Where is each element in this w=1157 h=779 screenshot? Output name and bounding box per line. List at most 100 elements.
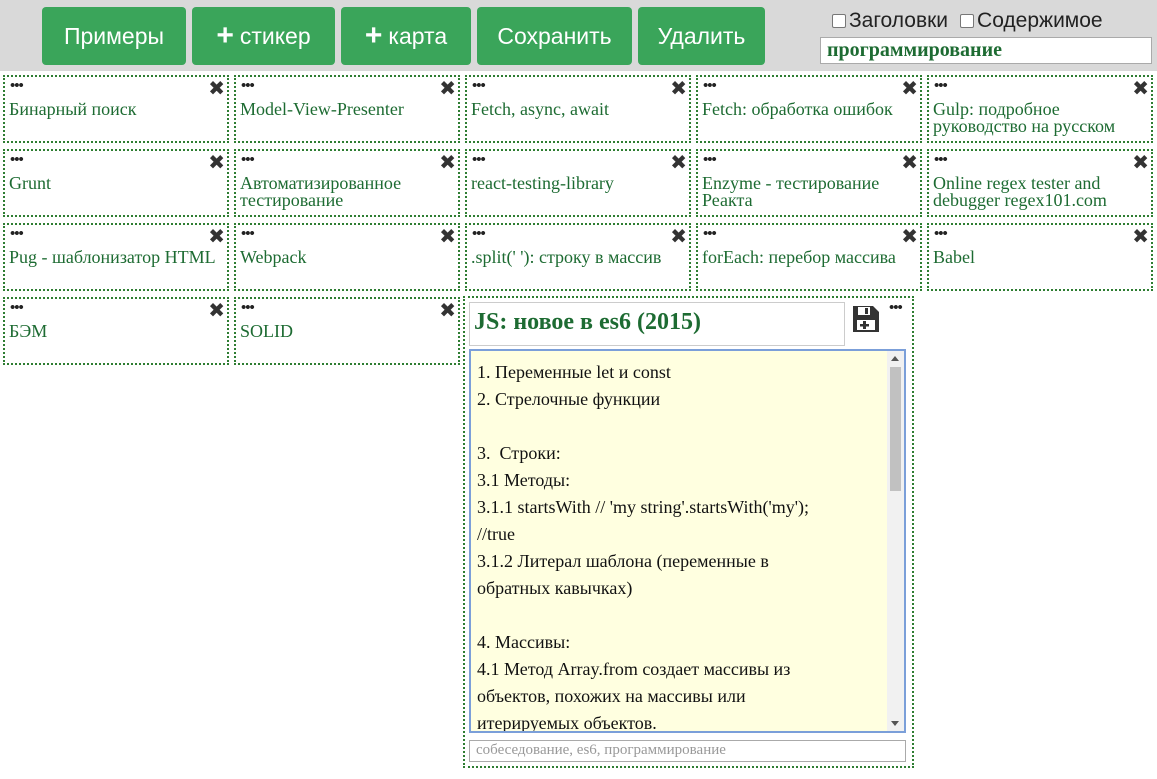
card[interactable]: ••• ✖ Babel [927, 223, 1153, 291]
content-checkbox-box[interactable] [960, 14, 975, 28]
close-icon[interactable]: ✖ [208, 226, 225, 246]
note-textarea[interactable]: 1. Переменные let и const 2. Стрелочные … [469, 349, 906, 733]
delete-button[interactable]: Удалить [638, 7, 765, 65]
note-line: 4.1 Метод Array.from создает массивы из [477, 659, 791, 679]
note-line: 1. Переменные let и const [477, 362, 671, 382]
close-icon[interactable]: ✖ [670, 78, 687, 98]
card-title[interactable]: Grunt [9, 174, 223, 192]
card-menu-icon[interactable]: ••• [10, 301, 24, 316]
card-title[interactable]: Бинарный поиск [9, 100, 223, 118]
save-button-label: Сохранить [497, 22, 612, 49]
card-title[interactable]: БЭМ [9, 322, 223, 340]
card[interactable]: ••• ✖ Online regex tester and debugger r… [927, 149, 1153, 217]
card[interactable]: ••• ✖ SOLID [234, 297, 460, 365]
close-icon[interactable]: ✖ [901, 78, 918, 98]
save-floppy-icon[interactable] [851, 304, 881, 334]
card[interactable]: ••• ✖ forEach: перебор массива [696, 223, 922, 291]
card-title[interactable]: Автоматизированное тестирование [240, 174, 454, 209]
add-card-button[interactable]: + карта [341, 7, 471, 65]
card-menu-icon[interactable]: ••• [241, 79, 255, 94]
close-icon[interactable]: ✖ [1132, 226, 1149, 246]
card-menu-icon[interactable]: ••• [10, 79, 24, 94]
card[interactable]: ••• ✖ Enzyme - тестирование Реакта [696, 149, 922, 217]
card[interactable]: ••• ✖ БЭМ [3, 297, 229, 365]
card-menu-icon[interactable]: ••• [241, 301, 255, 316]
search-input[interactable]: программирование [820, 37, 1152, 64]
close-icon[interactable]: ✖ [208, 300, 225, 320]
card[interactable]: ••• ✖ Бинарный поиск [3, 75, 229, 143]
card-menu-icon[interactable]: ••• [241, 153, 255, 168]
expanded-card: JS: новое в es6 (2015) ••• 1. Переменные… [463, 296, 914, 768]
content-checkbox-label: Содержимое [977, 9, 1103, 32]
scroll-down-arrow[interactable] [891, 721, 899, 726]
close-icon[interactable]: ✖ [208, 152, 225, 172]
note-content[interactable]: 1. Переменные let и const 2. Стрелочные … [477, 359, 882, 731]
card[interactable]: ••• ✖ Grunt [3, 149, 229, 217]
content-checkbox[interactable]: Содержимое [960, 9, 1103, 33]
close-icon[interactable]: ✖ [670, 226, 687, 246]
card-title[interactable]: Pug - шаблонизатор HTML [9, 248, 223, 266]
note-line: 3.1 Методы: [477, 470, 571, 490]
headings-checkbox-box[interactable] [832, 14, 846, 28]
examples-button[interactable]: Примеры [42, 7, 186, 65]
card-menu-icon[interactable]: ••• [934, 153, 948, 168]
card-title[interactable]: .split(' '): строку в массив [471, 248, 685, 266]
scroll-up-arrow[interactable] [891, 356, 899, 361]
add-sticker-button[interactable]: + стикер [192, 7, 335, 65]
card-title[interactable]: Gulp: подробное руководство на русском [933, 100, 1147, 135]
card-title[interactable]: Fetch: обработка ошибок [702, 100, 916, 118]
note-line: //true [477, 524, 515, 544]
examples-button-label: Примеры [63, 22, 165, 49]
card-title[interactable]: Babel [933, 248, 1147, 266]
card[interactable]: ••• ✖ Model-View-Presenter [234, 75, 460, 143]
card[interactable]: ••• ✖ Fetch: обработка ошибок [696, 75, 922, 143]
card-title[interactable]: Fetch, async, await [471, 100, 685, 118]
card-menu-icon[interactable]: ••• [703, 79, 717, 94]
card-menu-icon[interactable]: ••• [934, 79, 948, 94]
close-icon[interactable]: ✖ [439, 152, 456, 172]
note-scrollbar[interactable] [887, 351, 904, 731]
close-icon[interactable]: ✖ [208, 78, 225, 98]
headings-checkbox[interactable]: Заголовки [832, 9, 948, 33]
close-icon[interactable]: ✖ [670, 152, 687, 172]
card-menu-icon[interactable]: ••• [10, 153, 24, 168]
card-title[interactable]: Enzyme - тестирование Реакта [702, 174, 916, 209]
close-icon[interactable]: ✖ [901, 152, 918, 172]
card-title[interactable]: react-testing-library [471, 174, 685, 192]
card-title[interactable]: Online regex tester and debugger regex10… [933, 174, 1147, 209]
close-icon[interactable]: ✖ [901, 226, 918, 246]
card-menu-icon[interactable]: ••• [472, 153, 486, 168]
card[interactable]: ••• ✖ Pug - шаблонизатор HTML [3, 223, 229, 291]
close-icon[interactable]: ✖ [439, 226, 456, 246]
expanded-card-menu-icon[interactable]: ••• [889, 300, 903, 317]
card-title[interactable]: forEach: перебор массива [702, 248, 916, 266]
close-icon[interactable]: ✖ [439, 78, 456, 98]
add-sticker-label: стикер [239, 22, 311, 49]
delete-button-label: Удалить [657, 22, 746, 49]
close-icon[interactable]: ✖ [439, 300, 456, 320]
card-title[interactable]: Model-View-Presenter [240, 100, 454, 118]
card-menu-icon[interactable]: ••• [241, 227, 255, 242]
note-line: 4. Массивы: [477, 632, 571, 652]
card-title[interactable]: SOLID [240, 322, 454, 340]
close-icon[interactable]: ✖ [1132, 152, 1149, 172]
scroll-thumb[interactable] [890, 367, 901, 491]
card-title[interactable]: Webpack [240, 248, 454, 266]
card-menu-icon[interactable]: ••• [472, 227, 486, 242]
card[interactable]: ••• ✖ .split(' '): строку в массив [465, 223, 691, 291]
card-menu-icon[interactable]: ••• [703, 153, 717, 168]
card[interactable]: ••• ✖ Gulp: подробное руководство на рус… [927, 75, 1153, 143]
card-menu-icon[interactable]: ••• [934, 227, 948, 242]
card-menu-icon[interactable]: ••• [10, 227, 24, 242]
card[interactable]: ••• ✖ Webpack [234, 223, 460, 291]
add-card-label: карта [388, 22, 448, 49]
card[interactable]: ••• ✖ Автоматизированное тестирование [234, 149, 460, 217]
card[interactable]: ••• ✖ react-testing-library [465, 149, 691, 217]
card[interactable]: ••• ✖ Fetch, async, await [465, 75, 691, 143]
card-menu-icon[interactable]: ••• [472, 79, 486, 94]
card-menu-icon[interactable]: ••• [703, 227, 717, 242]
close-icon[interactable]: ✖ [1132, 78, 1149, 98]
tags-input[interactable]: собеседование, es6, программирование [469, 740, 906, 762]
expanded-card-title[interactable]: JS: новое в es6 (2015) [469, 302, 845, 346]
save-button[interactable]: Сохранить [477, 7, 632, 65]
